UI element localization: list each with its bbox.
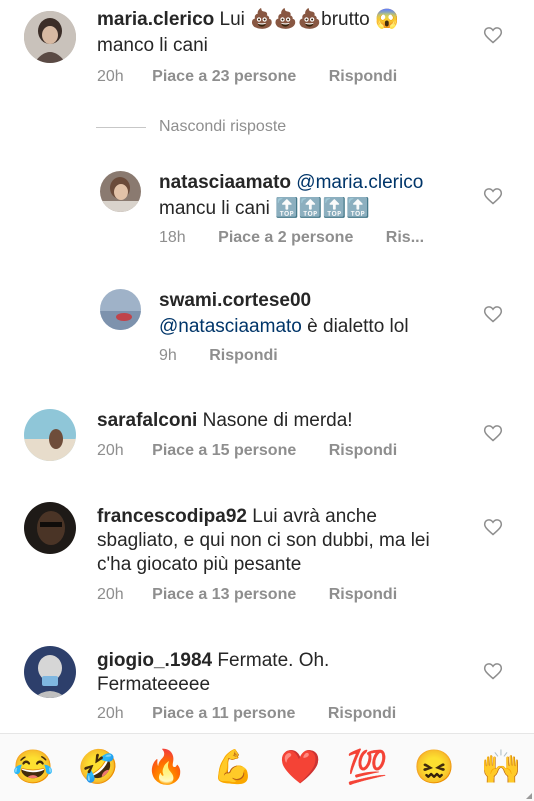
heart-icon[interactable] [483, 423, 503, 443]
emoji-raising-hands-button[interactable]: 🙌 [480, 746, 522, 788]
avatar[interactable] [24, 646, 76, 698]
avatar[interactable] [24, 502, 76, 554]
likes-count[interactable]: Piace a 23 persone [152, 68, 296, 86]
heart-icon[interactable] [483, 661, 503, 681]
avatar[interactable] [100, 171, 141, 212]
avatar-photo [24, 502, 76, 554]
avatar-photo [24, 11, 76, 63]
comment-text: francescodipa92 Lui avrà anche [97, 506, 377, 527]
comment-text-line2: mancu li cani 🔝🔝🔝🔝 [159, 198, 370, 219]
avatar[interactable] [100, 289, 141, 330]
avatar[interactable] [24, 409, 76, 461]
avatar-photo [100, 171, 141, 212]
username[interactable]: natasciaamato [159, 172, 291, 193]
emoji-rofl-button[interactable]: 🤣 [77, 746, 119, 788]
comment-meta: 9h Rispondi [159, 347, 278, 365]
mention-link[interactable]: @natasciaamato [159, 316, 302, 337]
reply-button[interactable]: Rispondi [329, 442, 397, 460]
username[interactable]: francescodipa92 [97, 506, 247, 527]
comment-text-line2: @natasciaamato è dialetto lol [159, 316, 409, 337]
comment-text-line3: c'ha giocato più pesante [97, 554, 302, 575]
likes-count[interactable]: Piace a 13 persone [152, 586, 296, 604]
heart-icon[interactable] [483, 304, 503, 324]
comment-text-line2: Fermateeeee [97, 674, 211, 695]
username[interactable]: maria.clerico [97, 9, 214, 30]
comment-meta: 18h Piace a 2 persone Ris... [159, 229, 424, 247]
avatar-photo [100, 289, 141, 330]
divider [96, 127, 146, 128]
username[interactable]: giogio_.1984 [97, 650, 212, 671]
comment-time: 18h [159, 229, 186, 246]
avatar-photo [24, 409, 76, 461]
hide-replies-button[interactable]: Nascondi risposte [159, 118, 286, 136]
emoji-fire-button[interactable]: 🔥 [145, 746, 187, 788]
comment-text: sarafalconi Nasone di merda! [97, 410, 353, 431]
heart-icon[interactable] [483, 25, 503, 45]
emoji-confounded-button[interactable]: 😖 [413, 746, 455, 788]
comment-text: swami.cortese00 [159, 289, 311, 313]
comment-text-line2: manco li cani [97, 35, 208, 56]
comment-text: giogio_.1984 Fermate. Oh. [97, 650, 330, 671]
avatar-photo [24, 646, 76, 698]
comment-meta: 20h Piace a 11 persone Rispondi [97, 705, 396, 723]
emoji-red-heart-button[interactable]: ❤️ [279, 746, 321, 788]
reply-button[interactable]: Ris... [386, 229, 424, 247]
reply-button[interactable]: Rispondi [209, 347, 277, 365]
comment-meta: 20h Piace a 13 persone Rispondi [97, 586, 397, 604]
comment-meta: 20h Piace a 15 persone Rispondi [97, 442, 397, 460]
comment-time: 20h [97, 705, 124, 722]
comment-time: 9h [159, 347, 177, 364]
username[interactable]: sarafalconi [97, 410, 197, 431]
comment-time: 20h [97, 442, 124, 459]
emoji-flexed-biceps-button[interactable]: 💪 [212, 746, 254, 788]
comment-time: 20h [97, 586, 124, 603]
mention-link[interactable]: @maria.clerico [296, 172, 423, 193]
avatar[interactable] [24, 11, 76, 63]
comment-meta: 20h Piace a 23 persone Rispondi [97, 68, 397, 86]
comment-text: natasciaamato @maria.clerico [159, 171, 423, 195]
likes-count[interactable]: Piace a 2 persone [218, 229, 353, 247]
reply-button[interactable]: Rispondi [329, 68, 397, 86]
heart-icon[interactable] [483, 186, 503, 206]
username[interactable]: swami.cortese00 [159, 290, 311, 311]
comment-text-line2: sbagliato, e qui non ci son dubbi, ma le… [97, 530, 430, 551]
likes-count[interactable]: Piace a 15 persone [152, 442, 296, 460]
comment-text: maria.clerico Lui 💩💩💩brutto 😱 [97, 9, 399, 30]
reply-button[interactable]: Rispondi [328, 705, 396, 723]
reply-button[interactable]: Rispondi [329, 586, 397, 604]
heart-icon[interactable] [483, 517, 503, 537]
emoji-quick-bar: 😂 🤣 🔥 💪 ❤️ 💯 😖 🙌 [0, 733, 534, 801]
likes-count[interactable]: Piace a 11 persone [152, 705, 295, 723]
emoji-hundred-button[interactable]: 💯 [346, 746, 388, 788]
emoji-tears-of-joy-button[interactable]: 😂 [12, 746, 54, 788]
comment-time: 20h [97, 68, 124, 85]
resize-corner-icon [526, 793, 532, 799]
